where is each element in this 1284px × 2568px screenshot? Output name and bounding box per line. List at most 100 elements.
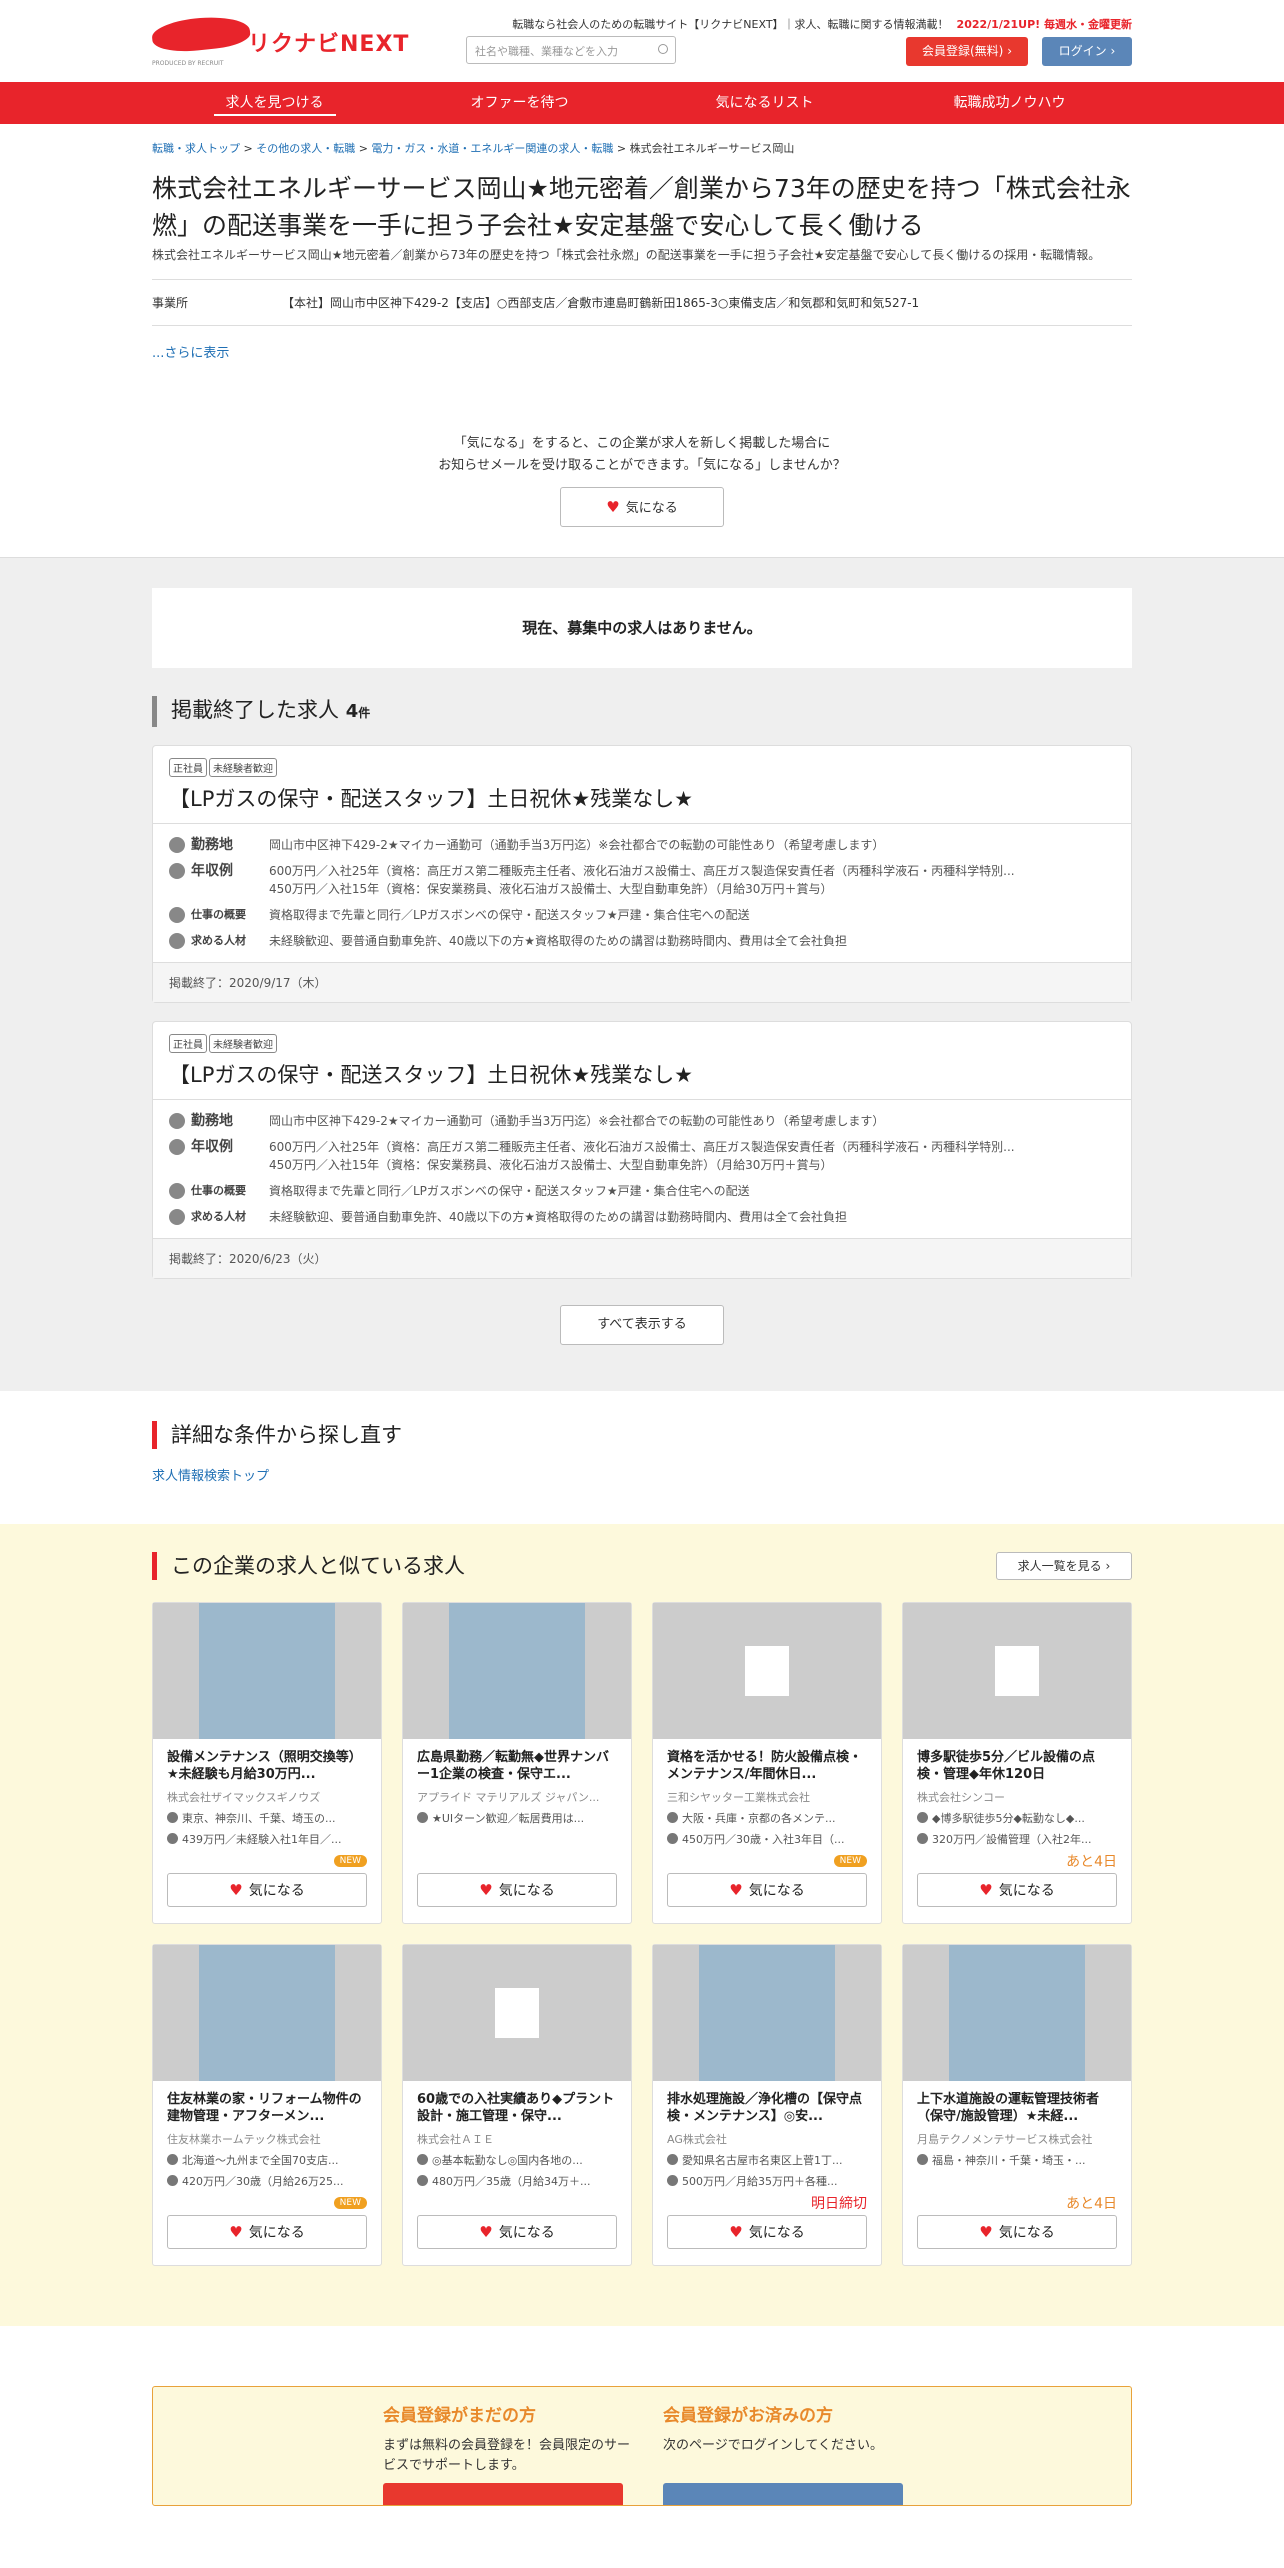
new-member-title: 会員登録がまだの方: [383, 2406, 536, 2426]
location-pin-icon: [667, 2154, 678, 2165]
card-image[interactable]: [903, 1945, 1131, 2081]
job-location: 岡山市中区神下429-2★マイカー通勤可（通勤手当3万円迄）※会社都合での転勤の…: [269, 838, 885, 852]
show-all-button[interactable]: すべて表示する: [560, 1305, 724, 1345]
days-left-badge: あと4日: [1066, 2196, 1117, 2212]
location-pin-icon: [167, 2154, 178, 2165]
show-more-link[interactable]: ...さらに表示: [152, 342, 1132, 361]
card-favorite-button[interactable]: ♥ 気になる: [417, 2215, 617, 2249]
yen-icon: [167, 1833, 178, 1844]
job-title[interactable]: 【LPガスの保守・配送スタッフ】土日祝休★残業なし★: [169, 783, 1115, 813]
search-top-link[interactable]: 求人情報検索トップ: [152, 1465, 1132, 1484]
redo-search-section: 詳細な条件から探し直す 求人情報検索トップ: [0, 1391, 1284, 1524]
similar-job-card[interactable]: 上下水道施設の運転管理技術者（保守/施設管理）★未経... 月島テクノメンテサー…: [902, 1944, 1132, 2266]
company-title: 株式会社エネルギーサービス岡山★地元密着／創業から73年の歴史を持つ「株式会社永…: [152, 174, 1131, 240]
nav-find-jobs[interactable]: 求人を見つける: [152, 82, 397, 124]
new-badge: NEW: [833, 1855, 867, 1867]
card-image[interactable]: [653, 1945, 881, 2081]
card-image[interactable]: [153, 1603, 381, 1739]
card-salary: 480万円／35歳（月給34万＋...: [417, 2173, 617, 2189]
search-placeholder: 社名や職種、業種などを入力: [475, 45, 618, 58]
header-tagline: 転職なら社会人のための転職サイト【リクナビNEXT】｜求人、転職に関する情報満載…: [512, 16, 1132, 32]
similar-job-card[interactable]: 資格を活かせる！防火設備点検・メンテナンス/年間休日... 三和シヤッター工業株…: [652, 1602, 882, 1924]
location-pin-icon: [169, 837, 185, 853]
crumb-energy[interactable]: 電力・ガス・水道・エネルギー関連の求人・転職: [371, 142, 613, 155]
location-pin-icon: [169, 1113, 185, 1129]
briefcase-icon: [169, 907, 185, 923]
search-input[interactable]: 社名や職種、業種などを入力: [466, 36, 676, 64]
card-image[interactable]: [153, 1945, 381, 2081]
heart-icon: ♥: [479, 1881, 493, 1899]
riknavi-logo[interactable]: リクナビNEXT PRODUCED BY RECRUIT: [150, 12, 408, 68]
similar-job-card[interactable]: 住友林業の家・リフォーム物件の建物管理・アフターメン... 住友林業ホームテック…: [152, 1944, 382, 2266]
similar-job-card[interactable]: 排水処理施設／浄化槽の【保守点検・メンテナンス】◎安... AG株式会社 愛知県…: [652, 1944, 882, 2266]
card-salary: 320万円／設備管理（入社2年...: [917, 1831, 1117, 1847]
card-title[interactable]: 広島県勤務／転勤無◆世界ナンバー1企業の検査・保守エ...: [417, 1749, 617, 1785]
building-icon: [995, 1646, 1039, 1696]
nav-favorites[interactable]: 気になるリスト: [642, 82, 887, 124]
similar-job-card[interactable]: 博多駅徒歩5分／ビル設備の点検・管理◆年休120日 株式会社シンコー ◆博多駅徒…: [902, 1602, 1132, 1924]
card-company: 株式会社ザイマックスギノウズ: [167, 1791, 321, 1804]
favorite-button[interactable]: ♥ 気になる: [560, 487, 724, 527]
similar-job-card[interactable]: 広島県勤務／転勤無◆世界ナンバー1企業の検査・保守エ... アプライド マテリア…: [402, 1602, 632, 1924]
logo-sub: PRODUCED BY RECRUIT: [152, 60, 224, 67]
member-register-button[interactable]: [383, 2483, 623, 2505]
job-summary: 資格取得まで先輩と同行／LPガスボンベの保守・配送スタッフ★戸建・集合住宅への配…: [269, 908, 750, 922]
card-image[interactable]: [403, 1945, 631, 2081]
site-header: リクナビNEXT PRODUCED BY RECRUIT 転職なら社会人のための…: [0, 0, 1284, 82]
similar-job-card[interactable]: 60歳での入社実績あり◆プラント設計・施工管理・保守... 株式会社ＡＩＥ ◎基…: [402, 1944, 632, 2266]
register-button[interactable]: 会員登録(無料) ›: [906, 37, 1028, 66]
card-favorite-button[interactable]: ♥ 気になる: [667, 1873, 867, 1907]
location-pin-icon: [667, 1812, 678, 1823]
crumb-top[interactable]: 転職・求人トップ: [152, 142, 240, 155]
member-login-button[interactable]: [663, 2483, 903, 2505]
register-label: 会員登録(無料): [922, 44, 1004, 58]
search-icon[interactable]: [658, 44, 668, 54]
card-favorite-button[interactable]: ♥ 気になる: [167, 1873, 367, 1907]
card-title[interactable]: 資格を活かせる！防火設備点検・メンテナンス/年間休日...: [667, 1749, 867, 1785]
yen-icon: [667, 2175, 678, 2186]
job-ended-date: 掲載終了：2020/9/17（木）: [153, 962, 1131, 1002]
card-image[interactable]: [903, 1603, 1131, 1739]
card-location: 愛知県名古屋市名東区上菅1丁...: [667, 2152, 867, 2168]
heart-icon: ♥: [979, 2223, 993, 2241]
card-title[interactable]: 住友林業の家・リフォーム物件の建物管理・アフターメン...: [167, 2091, 367, 2127]
card-favorite-button[interactable]: ♥ 気になる: [917, 1873, 1117, 1907]
similar-job-card[interactable]: 設備メンテナンス（照明交換等）★未経験も月給30万円... 株式会社ザイマックス…: [152, 1602, 382, 1924]
card-salary: 439万円／未経験入社1年目／...: [167, 1831, 367, 1847]
briefcase-icon: [169, 1183, 185, 1199]
card-image[interactable]: [653, 1603, 881, 1739]
breadcrumb: 転職・求人トップ > その他の求人・転職 > 電力・ガス・水道・エネルギー関連の…: [152, 142, 795, 155]
office-label: 事業所: [152, 296, 189, 310]
card-title[interactable]: 60歳での入社実績あり◆プラント設計・施工管理・保守...: [417, 2091, 617, 2127]
person-icon: [169, 933, 185, 949]
card-favorite-button[interactable]: ♥ 気になる: [667, 2215, 867, 2249]
card-location: 東京、神奈川、千葉、埼玉の...: [167, 1810, 367, 1826]
tag-fulltime: 正社員: [169, 1034, 207, 1053]
job-salary: 600万円／入社25年（資格：高圧ガス第二種販売主任者、液化石油ガス設備士、高圧…: [269, 1140, 1015, 1172]
card-title[interactable]: 博多駅徒歩5分／ビル設備の点検・管理◆年休120日: [917, 1749, 1117, 1785]
job-list-button[interactable]: 求人一覧を見る ›: [996, 1552, 1132, 1580]
job-card[interactable]: 正社員 未経験者歓迎 【LPガスの保守・配送スタッフ】土日祝休★残業なし★ 勤務地…: [152, 1021, 1132, 1279]
location-pin-icon: [417, 1812, 428, 1823]
nav-knowhow[interactable]: 転職成功ノウハウ: [887, 82, 1132, 124]
crumb-other[interactable]: その他の求人・転職: [256, 142, 355, 155]
new-badge: NEW: [333, 2197, 367, 2209]
card-image[interactable]: [403, 1603, 631, 1739]
job-photo: [449, 1603, 585, 1739]
nav-wait-offer[interactable]: オファーを待つ: [397, 82, 642, 124]
card-title[interactable]: 上下水道施設の運転管理技術者（保守/施設管理）★未経...: [917, 2091, 1117, 2127]
job-photo: [949, 1945, 1085, 2081]
job-card[interactable]: 正社員 未経験者歓迎 【LPガスの保守・配送スタッフ】土日祝休★残業なし★ 勤務地…: [152, 745, 1132, 1003]
login-button[interactable]: ログイン ›: [1042, 37, 1132, 66]
person-icon: [169, 1209, 185, 1225]
card-title[interactable]: 排水処理施設／浄化槽の【保守点検・メンテナンス】◎安...: [667, 2091, 867, 2127]
favorite-section: 「気になる」をすると、この企業が求人を新しく掲載した場合に お知らせメールを受け…: [152, 361, 1132, 557]
card-favorite-button[interactable]: ♥ 気になる: [417, 1873, 617, 1907]
card-company: アプライド マテリアルズ ジャパン...: [417, 1791, 600, 1804]
deadline-badge: 明日締切: [811, 2196, 867, 2212]
heart-icon: ♥: [229, 2223, 243, 2241]
job-title[interactable]: 【LPガスの保守・配送スタッフ】土日祝休★残業なし★: [169, 1059, 1115, 1089]
card-title[interactable]: 設備メンテナンス（照明交換等）★未経験も月給30万円...: [167, 1749, 367, 1785]
card-favorite-button[interactable]: ♥ 気になる: [917, 2215, 1117, 2249]
card-favorite-button[interactable]: ♥ 気になる: [167, 2215, 367, 2249]
